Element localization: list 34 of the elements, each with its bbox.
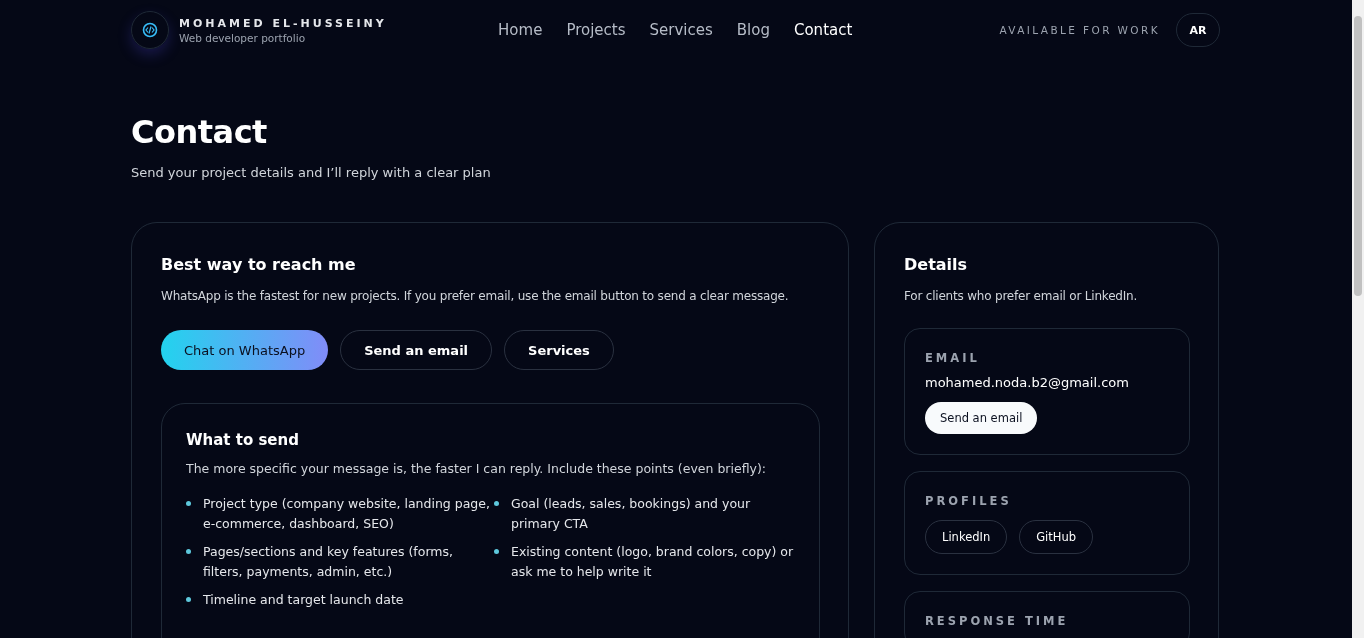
list-item: Project type (company website, landing page, e-commerce, dashboard, SEO) <box>203 495 491 533</box>
nav-link[interactable]: Contact <box>793 21 853 39</box>
card-title: Best way to reach me <box>161 255 357 274</box>
page-subtitle: Send your project details and I’ll reply with a clear plan <box>131 165 492 180</box>
email-address: mohamed.noda.b2@gmail.com <box>925 375 1129 390</box>
bullet-icon <box>186 501 191 506</box>
list-item: Pages/sections and key features (forms, filters, payments, admin, etc.) <box>203 543 454 581</box>
scrollbar[interactable] <box>1352 0 1364 638</box>
card-title: Details <box>904 255 969 274</box>
card-text: For clients who prefer email or LinkedIn. <box>904 288 1139 304</box>
email-button[interactable]: Send an email <box>925 402 1038 434</box>
bullet-icon <box>186 597 191 602</box>
availability-status: AVAILABLE FOR WORK <box>999 24 1160 36</box>
nav-link[interactable]: Home <box>498 21 543 39</box>
panel-title: What to send <box>186 431 300 449</box>
scrollbar-thumb[interactable] <box>1354 16 1362 296</box>
bullet-icon <box>494 549 499 554</box>
list-item: Goal (leads, sales, bookings) and your primary CTA <box>511 495 752 533</box>
section-label: EMAIL <box>925 351 980 365</box>
card-text: WhatsApp is the fastest for new projects. If you prefer email, use the email button to send a clear message. <box>161 288 790 304</box>
nav-link[interactable]: Projects <box>566 21 626 39</box>
bullet-icon <box>494 501 499 506</box>
whatsapp-button[interactable]: Chat on WhatsApp <box>161 330 329 370</box>
brand-tagline: Web developer portfolio <box>179 31 307 44</box>
nav-link[interactable]: Services <box>649 21 713 39</box>
nav-link[interactable]: Blog <box>736 21 770 39</box>
section-label: RESPONSE TIME <box>925 614 1069 628</box>
list-item: Existing content (logo, brand colors, copy) or ask me to help write it <box>511 543 794 581</box>
list-item: Timeline and target launch date <box>203 591 404 609</box>
brand-name: MOHAMED EL-HUSSEINY <box>179 16 387 30</box>
panel-text: The more specific your message is, the faster I can reply. Include these points (even briefly): <box>186 461 767 476</box>
section-label: PROFILES <box>925 494 1012 508</box>
page-title: Contact <box>131 113 268 151</box>
bullet-icon <box>186 549 191 554</box>
